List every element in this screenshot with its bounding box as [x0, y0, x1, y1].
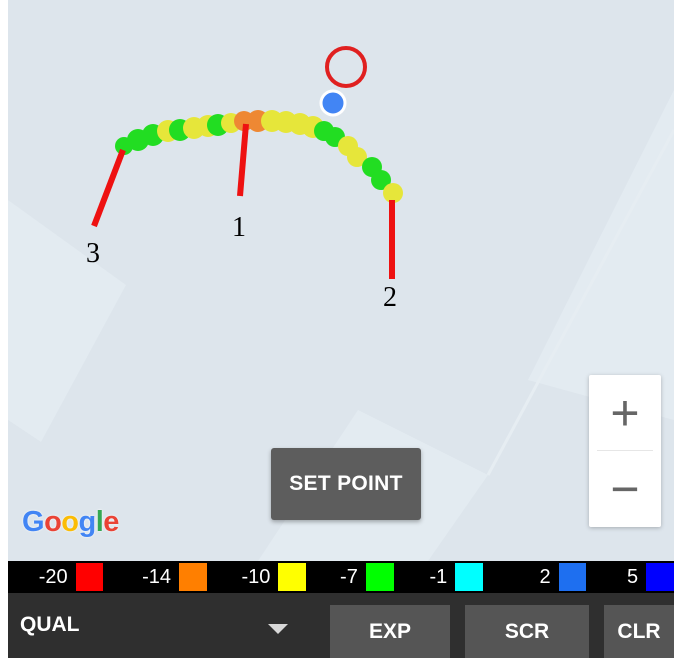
legend-swatch	[365, 563, 394, 591]
dropdown-arrow-icon	[268, 624, 288, 634]
my-location-dot-icon[interactable]	[319, 89, 347, 117]
annotation-pointer-1	[237, 123, 249, 197]
annotation-pointer-3	[91, 148, 126, 228]
map-area-shape	[528, 90, 674, 420]
legend-label: 2	[539, 565, 551, 588]
legend-swatch	[178, 563, 207, 591]
set-point-button[interactable]: SET POINT	[271, 448, 421, 520]
zoom-controls: + −	[589, 375, 661, 527]
annotation-label-1: 1	[232, 212, 246, 243]
google-logo: Google	[22, 506, 119, 538]
bottom-toolbar: QUAL EXP SCR CLR	[8, 593, 674, 658]
legend-label: -1	[429, 565, 448, 588]
legend-label: 5	[627, 565, 639, 588]
legend-swatch	[278, 563, 307, 591]
annotation-label-3: 3	[86, 238, 100, 269]
signal-trace	[115, 110, 403, 203]
mode-select[interactable]: QUAL	[8, 593, 320, 658]
legend-label: -7	[340, 565, 358, 588]
annotation-label-2: 2	[383, 282, 397, 313]
mode-select-value: QUAL	[20, 613, 80, 636]
exp-button[interactable]: EXP	[330, 605, 450, 658]
zoom-in-button[interactable]: +	[589, 375, 661, 450]
map-area-shape	[8, 200, 126, 442]
map-view[interactable]: 1 2 3 Google + − SET POINT	[8, 0, 674, 561]
legend-swatch	[455, 563, 484, 591]
scr-button[interactable]: SCR	[465, 605, 589, 658]
legend-label: -14	[142, 565, 171, 588]
legend-label: -10	[241, 565, 271, 588]
legend-swatch	[75, 563, 104, 591]
signal-legend: -20 -14 -10 -7 -1 2 5	[8, 561, 674, 593]
legend-label: -20	[38, 565, 68, 588]
legend-swatch	[646, 563, 674, 591]
zoom-out-button[interactable]: −	[589, 451, 661, 526]
target-circle-icon[interactable]	[325, 46, 367, 88]
legend-swatch	[558, 563, 587, 591]
clr-button[interactable]: CLR	[604, 605, 674, 658]
